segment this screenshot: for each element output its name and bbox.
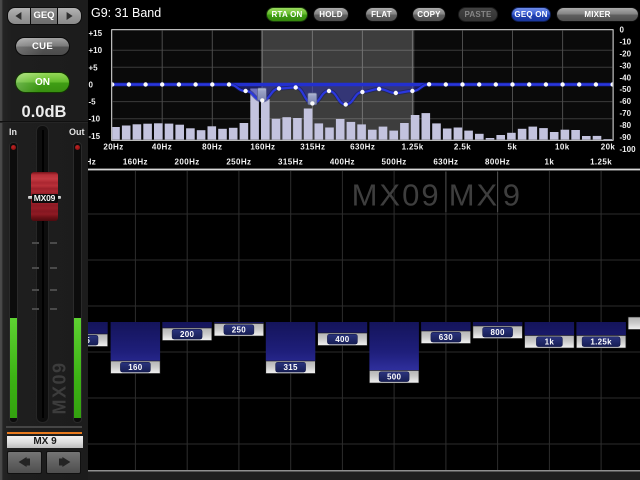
- svg-text:+10: +10: [89, 46, 103, 55]
- svg-text:-100: -100: [620, 145, 637, 154]
- svg-text:630: 630: [439, 333, 453, 342]
- svg-text:125Hz: 125Hz: [88, 157, 96, 166]
- svg-text:-50: -50: [620, 85, 632, 94]
- svg-text:20Hz: 20Hz: [103, 143, 123, 152]
- svg-text:40Hz: 40Hz: [152, 143, 172, 152]
- svg-text:160: 160: [128, 363, 142, 372]
- svg-text:+15: +15: [89, 29, 103, 38]
- svg-text:315Hz: 315Hz: [300, 143, 325, 152]
- svg-text:315Hz: 315Hz: [278, 157, 303, 166]
- svg-text:0: 0: [89, 80, 94, 89]
- svg-text:160Hz: 160Hz: [123, 157, 148, 166]
- svg-text:-60: -60: [620, 97, 632, 106]
- svg-text:-70: -70: [620, 109, 632, 118]
- svg-text:315: 315: [283, 363, 297, 372]
- svg-text:-30: -30: [620, 61, 632, 70]
- svg-text:9: 9: [503, 178, 522, 213]
- svg-text:20k: 20k: [601, 143, 616, 152]
- svg-text:1k: 1k: [545, 157, 555, 166]
- svg-text:+5: +5: [89, 63, 99, 72]
- svg-text:630Hz: 630Hz: [350, 143, 375, 152]
- svg-text:1.25k: 1.25k: [402, 143, 424, 152]
- svg-text:160Hz: 160Hz: [250, 143, 275, 152]
- svg-text:125: 125: [88, 336, 90, 345]
- svg-text:MX09: MX09: [352, 178, 441, 213]
- svg-text:1.25k: 1.25k: [590, 338, 612, 347]
- svg-text:400: 400: [335, 335, 349, 344]
- svg-text:200Hz: 200Hz: [175, 157, 200, 166]
- svg-text:-90: -90: [620, 133, 632, 142]
- svg-text:800: 800: [490, 328, 504, 337]
- svg-text:800Hz: 800Hz: [485, 157, 510, 166]
- svg-text:-20: -20: [620, 49, 632, 58]
- svg-text:-10: -10: [620, 38, 632, 47]
- svg-text:-15: -15: [89, 132, 101, 141]
- svg-text:400Hz: 400Hz: [330, 157, 355, 166]
- svg-text:-5: -5: [89, 98, 97, 107]
- svg-text:5k: 5k: [508, 143, 518, 152]
- svg-text:630Hz: 630Hz: [433, 157, 458, 166]
- svg-text:0: 0: [620, 26, 625, 35]
- svg-text:200: 200: [180, 330, 194, 339]
- svg-text:2.5k: 2.5k: [454, 143, 471, 152]
- svg-text:250: 250: [232, 326, 246, 335]
- svg-text:MX: MX: [449, 178, 500, 213]
- svg-text:10k: 10k: [555, 143, 570, 152]
- svg-text:-10: -10: [89, 115, 101, 124]
- svg-text:500Hz: 500Hz: [382, 157, 407, 166]
- svg-text:-80: -80: [620, 121, 632, 130]
- svg-text:-40: -40: [620, 73, 632, 82]
- svg-text:500: 500: [387, 373, 401, 382]
- svg-text:250Hz: 250Hz: [226, 157, 251, 166]
- svg-text:1k: 1k: [545, 338, 555, 347]
- svg-text:1.25k: 1.25k: [590, 157, 612, 166]
- svg-text:80Hz: 80Hz: [202, 143, 222, 152]
